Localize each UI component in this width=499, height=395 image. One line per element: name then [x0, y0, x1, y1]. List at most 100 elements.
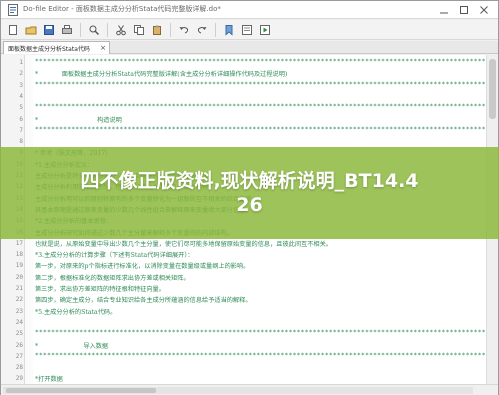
paste-icon: [153, 25, 161, 35]
window-title: Do-file Editor - 面板数据主成分分析Stata代码完整版详解.d…: [23, 5, 221, 13]
line-number: 5: [19, 104, 23, 112]
code-text: 第三步，求出协方差矩阵的特征根和特征向量。: [35, 286, 165, 293]
code-text: 第一步，对原来的p个指标进行标准化，以消除变量在数量级或量纲上的影响。: [35, 263, 250, 271]
code-line[interactable]: 2 * 面板数据主成分分析Stata代码完整版详解(含主成分分析详细操作代码及过程…: [1, 68, 486, 79]
line-number: 24: [15, 318, 23, 326]
code-line[interactable]: 25 **************************************…: [1, 328, 490, 339]
save-button[interactable]: [41, 22, 57, 38]
line-number: 29: [15, 375, 23, 383]
undo-icon: [179, 26, 189, 33]
open-button[interactable]: [23, 22, 39, 38]
cut-icon: [116, 24, 126, 35]
code-line[interactable]: 21 第三步，求出协方差矩阵的特征根和特征向量。: [1, 283, 486, 294]
code-text: 也就是说，从原始变量中导出少数几个主分量，使它们尽可能多地保留原始变量的信息，且…: [35, 240, 332, 248]
code-line[interactable]: 17 也就是说，从原始变量中导出少数几个主分量，使它们尽可能多地保留原始变量的信息…: [1, 238, 486, 249]
code-line[interactable]: 20 第二步，根据标准化的数据矩阵求出协方差或相关矩阵。: [1, 272, 486, 283]
bookmark-icon: [225, 24, 233, 36]
code-text: *打开数据: [35, 376, 63, 384]
line-number: 2: [19, 70, 23, 78]
line-number: 1: [19, 59, 23, 66]
toolbar-separator: [170, 22, 171, 37]
minimize-icon: [440, 12, 448, 14]
find-button[interactable]: [86, 22, 102, 38]
code-text: 第四步，确定主成分，结合专业知识给各主成分所蕴涵的信息给予适当的解释。: [35, 297, 252, 305]
save-icon: [44, 24, 54, 35]
code-line[interactable]: 24: [1, 317, 486, 328]
tab-do-file[interactable]: 面板数据主成分分析Stata代码 ×: [3, 41, 110, 54]
code-text: ****************************************…: [35, 329, 490, 337]
copy-button[interactable]: [131, 22, 147, 38]
cut-button[interactable]: [113, 22, 129, 38]
code-line[interactable]: 27 **************************************…: [1, 351, 490, 362]
bookmark-button[interactable]: [221, 22, 237, 38]
copy-icon: [134, 24, 144, 35]
close-icon: [480, 6, 488, 14]
toolbar-separator: [80, 22, 81, 37]
maximize-button[interactable]: [454, 3, 474, 17]
line-number: 25: [15, 330, 23, 338]
code-line[interactable]: 19 第一步，对原来的p个指标进行标准化，以消除变量在数量级或量纲上的影响。: [1, 260, 486, 271]
code-text: ****************************************…: [35, 58, 490, 65]
show-file-button[interactable]: [239, 22, 255, 38]
line-number: 21: [15, 285, 23, 292]
watermark-text: 四不像正版资料,现状解析说明_BT14.426: [80, 170, 419, 216]
run-icon: [242, 24, 252, 35]
line-number: 20: [15, 273, 23, 281]
code-line[interactable]: 22 第四步，确定主成分，结合专业知识给各主成分所蕴涵的信息给予适当的解释。: [1, 294, 486, 305]
watermark-banner: 四不像正版资料,现状解析说明_BT14.426: [0, 147, 499, 239]
code-line[interactable]: 23 *5.主成分分析的Stata代码。: [1, 306, 486, 317]
code-line[interactable]: 29 *打开数据: [1, 373, 486, 384]
line-number: 23: [15, 307, 23, 315]
do-icon: [260, 24, 270, 35]
code-line[interactable]: 8: [1, 136, 486, 147]
line-number: 7: [19, 126, 23, 134]
code-line[interactable]: 28: [1, 362, 486, 373]
code-line[interactable]: 18 *3.主成分分析的计算步骤（下述有Stata代码详细展开）：: [1, 249, 486, 260]
code-text: ****************************************…: [35, 103, 490, 111]
execute-do-button[interactable]: [257, 22, 273, 38]
code-line[interactable]: 4: [1, 91, 486, 102]
line-number: 3: [19, 81, 23, 89]
code-text: * 构造说明: [35, 116, 122, 124]
line-number: 19: [15, 262, 23, 270]
new-file-button[interactable]: [5, 22, 21, 38]
line-number: 8: [19, 138, 23, 146]
code-line[interactable]: 7 ***************************************…: [1, 125, 489, 136]
code-text: ****************************************…: [35, 351, 490, 359]
tab-label: 面板数据主成分分析Stata代码: [8, 45, 90, 53]
print-icon: [62, 24, 72, 34]
minimize-button[interactable]: [434, 3, 454, 17]
redo-button[interactable]: [194, 22, 210, 38]
open-folder-icon: [25, 26, 37, 34]
line-number: 4: [19, 92, 23, 100]
code-line[interactable]: 5 ***************************************…: [1, 102, 489, 113]
undo-button[interactable]: [176, 22, 192, 38]
line-number: 18: [15, 251, 23, 259]
line-number: 28: [15, 364, 23, 372]
horizontal-scroll-thumb[interactable]: [6, 388, 156, 393]
print-button[interactable]: [59, 22, 75, 38]
line-number: 22: [15, 296, 23, 304]
toolbar-separator: [107, 22, 108, 37]
close-window-button[interactable]: [474, 3, 494, 17]
horizontal-scrollbar-area: [1, 384, 498, 395]
tab-bar: 面板数据主成分分析Stata代码 ×: [1, 41, 498, 54]
window-controls: [434, 3, 494, 17]
code-text: *5.主成分分析的Stata代码。: [35, 308, 117, 316]
code-line[interactable]: 6 * 构造说明: [1, 114, 486, 125]
code-text: *3.主成分分析的计算步骤（下述有Stata代码详细展开）：: [35, 252, 194, 260]
title-bar: Do-file Editor - 面板数据主成分分析Stata代码完整版详解.d…: [1, 1, 498, 19]
code-text: 第二步，根据标准化的数据矩阵求出协方差或相关矩阵。: [35, 274, 190, 282]
vertical-scroll-thumb[interactable]: [489, 59, 496, 119]
horizontal-scrollbar[interactable]: [3, 387, 473, 394]
line-number: 17: [15, 239, 23, 247]
code-line[interactable]: 1 ***************************************…: [1, 57, 489, 68]
line-number: 6: [19, 115, 23, 123]
code-line[interactable]: 26 * 导入数据: [1, 340, 486, 351]
paste-button[interactable]: [149, 22, 165, 38]
code-text: * 导入数据: [35, 342, 109, 350]
tab-close-icon[interactable]: ×: [100, 44, 106, 52]
line-number: 27: [15, 352, 23, 360]
redo-icon: [197, 26, 207, 33]
code-line[interactable]: 3 ***************************************…: [1, 80, 489, 91]
